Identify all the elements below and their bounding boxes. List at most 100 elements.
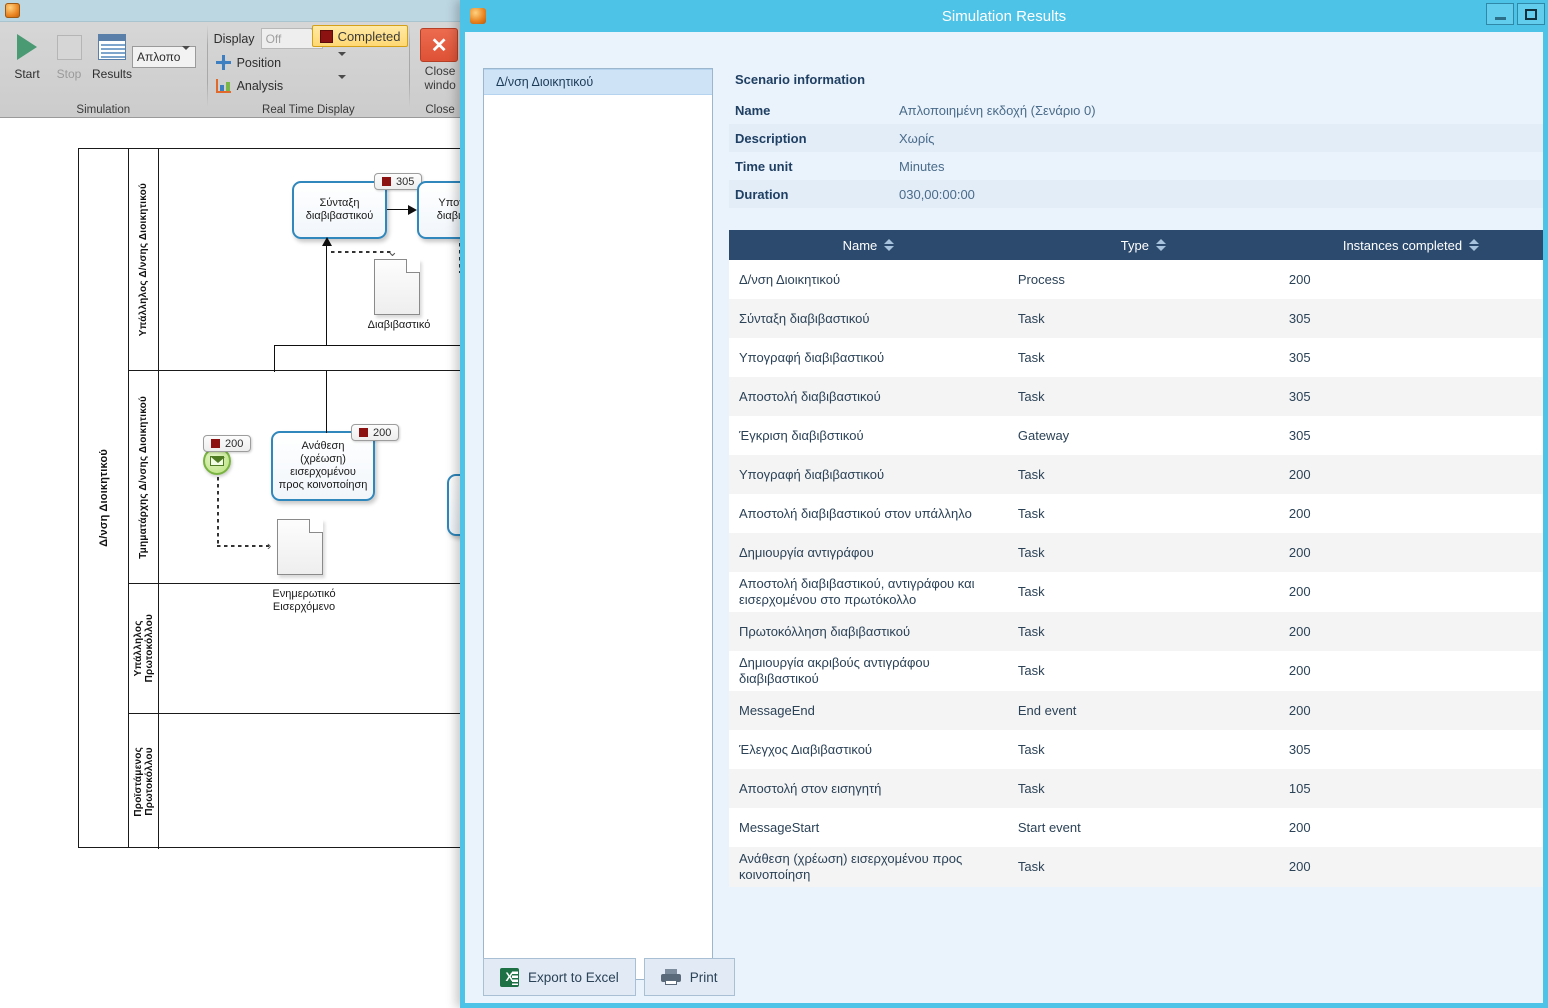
bpmn-task-syntaxi[interactable]: Σύνταξη διαβιβαστικού [292,181,387,239]
analysis-icon [215,79,231,93]
position-label: Position [236,55,282,70]
position-button[interactable]: Position [215,51,346,70]
window-controls [1486,0,1548,32]
scenario-row-duration: Duration 030,00:00:00 [729,180,1543,208]
print-label: Print [689,969,718,985]
scenario-information: Scenario information Name Απλοποιημένη ε… [729,68,1543,208]
completed-label: Completed [337,28,401,44]
simulation-results-dialog: Simulation Results Δ/νση Διοικητικού Sce… [460,0,1548,1008]
minimize-button[interactable] [1486,3,1514,25]
table-row[interactable]: MessageStart Start event 200 [729,808,1543,847]
completed-color-swatch [319,29,333,43]
simulation-mode-combo[interactable]: Απλοπο [132,46,196,68]
table-cell-type: Task [1017,780,1045,796]
column-header-instances-completed[interactable]: Instances completed [1279,230,1543,260]
start-label: Start [14,67,40,81]
table-cell-name: Υπογραφή διαβιβαστικού [739,466,885,482]
table-row[interactable]: Δ/νση Διοικητικού Process 200 [729,260,1543,299]
table-cell-instances: 200 [1288,584,1311,599]
sort-icon[interactable] [1155,239,1166,251]
bpmn-badge-200-a: 200 [351,424,400,441]
table-cell-type: Process [1017,271,1065,287]
play-icon [17,27,37,67]
table-cell-name: Αποστολή στον εισηγητή [739,780,882,796]
table-row[interactable]: Αποστολή διαβιβαστικού στον υπάλληλο Task… [729,494,1543,533]
close-window-button[interactable]: ✕ [420,28,459,62]
table-cell-name: Αποστολή διαβιβαστικού, αντιγράφου και ε… [739,576,975,607]
minimize-icon [1494,16,1506,20]
message-flow [217,545,269,547]
column-header-label: Instances completed [1342,237,1463,253]
table-row[interactable]: Έλεγχος Διαβιβαστικού Task 305 [729,730,1543,769]
table-cell-name: MessageEnd [739,702,815,718]
export-to-excel-button[interactable]: X Export to Excel [483,958,636,996]
results-table: Name Type Instances completed Δ/νση Διοι… [729,230,1543,887]
table-cell-name: Ανάθεση (χρέωση) εισερχομένου προς κοινο… [739,851,963,882]
column-header-name[interactable]: Name [729,230,1008,260]
scenario-key: Time unit [735,158,793,174]
scenario-key: Duration [735,186,789,202]
column-header-label: Name [842,237,878,253]
table-row[interactable]: Δημιουργία αντιγράφου Task 200 [729,533,1543,572]
lane-3-label-text: Υπάλληλος Πρωτοκόλλου [132,614,155,683]
bpmn-diagram-canvas[interactable]: Δ/νση Διοικητικού Υπάλληλος Δ/νσης Διοικ… [0,118,470,1008]
table-cell-name: Δ/νση Διοικητικού [739,271,841,287]
bpmn-data-object-enimerotiko[interactable] [277,519,323,575]
process-list-panel[interactable]: Δ/νση Διοικητικού [483,68,713,980]
table-cell-instances: 305 [1288,741,1311,757]
table-row[interactable]: Υπογραφή διαβιβαστικού Task 200 [729,455,1543,494]
data-object-1-label: Διαβιβαστικό [367,319,431,331]
dialog-title-bar[interactable]: Simulation Results [460,0,1548,32]
column-header-type[interactable]: Type [1008,230,1279,260]
list-item-process[interactable]: Δ/νση Διοικητικού [484,69,712,95]
display-label: Display [213,31,255,46]
list-item-label: Δ/νση Διοικητικού [496,75,594,89]
table-row[interactable]: Αποστολή στον εισηγητή Task 105 [729,769,1543,808]
table-cell-type: Task [1017,466,1045,482]
table-cell-name: Δημιουργία ακριβούς αντιγράφου διαβιβαστ… [739,655,930,686]
ribbon-group-simulation: Start Stop Results Απλοπο Simulation [0,22,207,117]
display-combo-value: Off [265,31,282,46]
association-flow [331,251,391,253]
table-row[interactable]: Αποστολή διαβιβαστικού Task 305 [729,377,1543,416]
envelope-icon [210,456,225,466]
sort-icon[interactable] [1469,239,1480,251]
scenario-value: 030,00:00:00 [899,186,975,202]
dialog-footer: X Export to Excel Print [483,958,735,996]
start-button[interactable]: Start [4,27,50,89]
table-row[interactable]: MessageEnd End event 200 [729,691,1543,730]
maximize-button[interactable] [1517,3,1545,25]
table-row[interactable]: Δημιουργία ακριβούς αντιγράφου διαβιβαστ… [729,651,1543,691]
lane-4-label: Προϊστάμενος Πρωτοκόλλου [129,714,159,849]
ribbon-group-real-time-display: Display Off Completed Position Analysis [208,22,410,117]
ribbon-toolbar: Start Stop Results Απλοπο Simulation Dis… [0,0,470,118]
sequence-flow [274,345,276,372]
table-row[interactable]: Σύνταξη διαβιβαστικού Task 305 [729,299,1543,338]
analysis-label: Analysis [236,79,284,93]
table-row[interactable]: Υπογραφή διαβιβαστικού Task 305 [729,338,1543,377]
table-cell-name: Αποστολή διαβιβαστικού στον υπάλληλο [739,505,972,521]
maximize-icon [1525,8,1537,20]
table-cell-instances: 305 [1288,310,1311,326]
message-flow [217,477,219,547]
table-cell-name: Δημιουργία αντιγράφου [739,544,874,560]
bpmn-task-anathesi[interactable]: Ανάθεση (χρέωση) εισερχομένου προς κοινο… [271,431,375,501]
results-panel: Scenario information Name Απλοποιημένη ε… [729,68,1543,948]
table-cell-type: Task [1017,310,1045,326]
data-object-2-label: Ενημερωτικό Εισερχόμενο [272,588,336,613]
table-row[interactable]: Ανάθεση (χρέωση) εισερχομένου προς κοινο… [729,847,1543,887]
analysis-button[interactable]: Analysis [215,75,346,93]
scenario-row-time-unit: Time unit Minutes [729,152,1543,180]
completed-swatch-icon [359,428,368,437]
table-row[interactable]: Πρωτοκόλληση διαβιβαστικού Task 200 [729,612,1543,651]
bpmn-data-object-diavivastiko[interactable] [374,259,420,315]
table-row[interactable]: Έγκριση διαβιβστικού Gateway 305 [729,416,1543,455]
scenario-key: Description [735,130,807,146]
completed-toggle-button[interactable]: Completed [311,25,409,47]
print-button[interactable]: Print [643,958,735,996]
bpmn-badge-305-a: 305 [374,173,423,190]
table-row[interactable]: Αποστολή διαβιβαστικού, αντιγράφου και ε… [729,572,1543,612]
simulation-mode-value: Απλοπο [137,50,181,64]
table-cell-name: Πρωτοκόλληση διαβιβαστικού [739,623,911,639]
sort-icon[interactable] [884,239,895,251]
